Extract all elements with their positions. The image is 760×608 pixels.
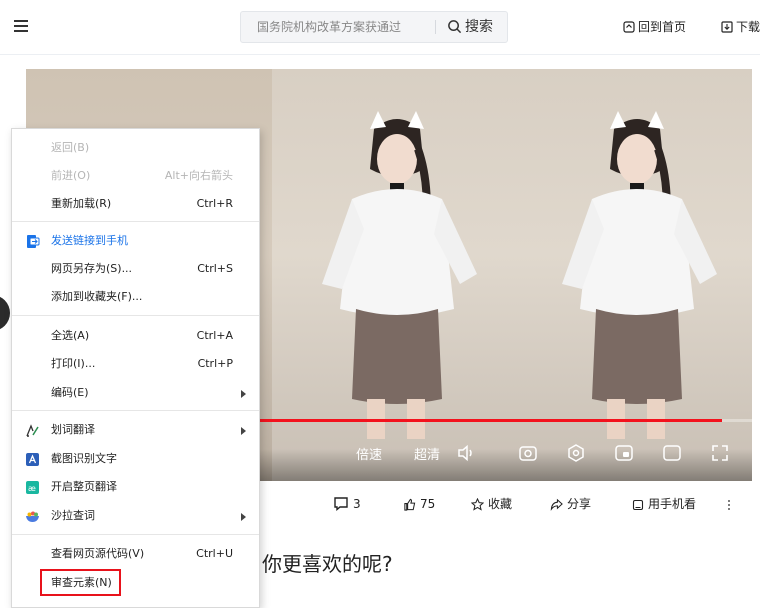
top-bar: 国务院机构改革方案获通过 搜索 回到首页 下载 <box>0 0 760 55</box>
send-to-phone-icon <box>27 235 40 248</box>
download-icon <box>721 21 733 33</box>
comment-count: 3 <box>353 497 361 511</box>
menu-item-add-favorites-label: 添加到收藏夹(F)... <box>51 290 143 303</box>
web-fullscreen-icon[interactable] <box>662 443 682 463</box>
hamburger-icon[interactable] <box>14 20 28 32</box>
favorite-label: 收藏 <box>488 497 513 511</box>
context-menu: 返回(B) 前进(O) Alt+向右箭头 重新加载(R) Ctrl+R 发送链接… <box>11 128 260 608</box>
menu-item-add-favorites[interactable]: 添加到收藏夹(F)... <box>12 283 259 311</box>
share-button[interactable]: 分享 <box>550 493 591 515</box>
search-input[interactable]: 国务院机构改革方案获通过 <box>241 12 435 42</box>
video-progress-bar[interactable] <box>258 419 752 422</box>
menu-item-encoding-label: 编码(E) <box>51 386 89 399</box>
menu-item-print-shortcut: Ctrl+P <box>197 357 233 370</box>
dancer-figure <box>562 111 717 439</box>
search-button[interactable]: 搜索 <box>447 12 493 42</box>
menu-item-save-as-label: 网页另存为(S)... <box>51 262 133 275</box>
more-vertical-icon <box>728 500 730 510</box>
menu-item-send-to-phone-label: 发送链接到手机 <box>51 234 128 247</box>
home-link-label: 回到首页 <box>638 20 687 34</box>
side-scroll-button[interactable] <box>0 295 10 331</box>
submenu-arrow-icon <box>241 427 246 435</box>
settings-icon[interactable] <box>566 443 586 463</box>
menu-item-send-to-phone[interactable]: 发送链接到手机 <box>12 227 259 255</box>
menu-item-translate-page[interactable]: æ 开启整页翻译 <box>12 473 259 501</box>
search-button-label: 搜索 <box>465 19 493 35</box>
share-icon <box>550 498 563 511</box>
menu-item-select-all-label: 全选(A) <box>51 329 90 342</box>
menu-item-back: 返回(B) <box>12 134 259 162</box>
menu-item-view-source-shortcut: Ctrl+U <box>196 547 233 560</box>
menu-divider <box>12 315 259 316</box>
mobile-view-label: 用手机看 <box>648 497 697 511</box>
menu-divider <box>12 221 259 222</box>
menu-item-select-all-shortcut: Ctrl+A <box>196 329 233 342</box>
favorite-button[interactable]: 收藏 <box>470 493 513 515</box>
dancer-figure <box>322 111 477 439</box>
menu-item-encoding[interactable]: 编码(E) <box>12 379 259 407</box>
search-divider <box>435 20 436 34</box>
menu-item-forward-shortcut: Alt+向右箭头 <box>164 169 233 182</box>
thumbs-up-icon <box>404 498 416 511</box>
menu-item-translate-word-label: 划词翻译 <box>51 423 95 436</box>
article-headline[interactable]: 你更喜欢的呢? <box>262 548 393 577</box>
translate-page-icon: æ <box>26 481 39 494</box>
menu-item-reload[interactable]: 重新加载(R) Ctrl+R <box>12 190 259 218</box>
menu-item-print[interactable]: 打印(I)... Ctrl+P <box>12 350 259 378</box>
svg-text:æ: æ <box>28 484 36 493</box>
mobile-view-button[interactable]: 用手机看 <box>632 493 696 515</box>
phone-icon <box>632 499 644 511</box>
inspect-highlight-box <box>40 569 121 596</box>
like-count: 75 <box>420 497 436 511</box>
menu-item-select-all[interactable]: 全选(A) Ctrl+A <box>12 322 259 350</box>
menu-item-view-source[interactable]: 查看网页源代码(V) Ctrl+U <box>12 540 259 568</box>
screenshot-icon[interactable] <box>518 443 538 463</box>
comment-icon <box>334 497 348 511</box>
home-link[interactable]: 回到首页 <box>623 18 686 35</box>
picture-in-picture-icon[interactable] <box>614 443 634 463</box>
search-box: 国务院机构改革方案获通过 搜索 <box>240 11 508 43</box>
more-button[interactable] <box>727 493 735 515</box>
menu-item-forward: 前进(O) Alt+向右箭头 <box>12 162 259 190</box>
menu-item-translate-page-label: 开启整页翻译 <box>51 480 117 493</box>
menu-item-forward-label: 前进(O) <box>51 169 91 182</box>
menu-item-save-as-shortcut: Ctrl+S <box>197 262 233 275</box>
menu-divider <box>12 410 259 411</box>
share-label: 分享 <box>567 497 592 511</box>
menu-item-translate-word[interactable]: 划词翻译 <box>12 416 259 444</box>
salad-bowl-icon <box>26 511 39 522</box>
menu-item-save-as[interactable]: 网页另存为(S)... Ctrl+S <box>12 255 259 283</box>
ocr-icon <box>26 453 39 466</box>
search-icon <box>448 20 462 34</box>
fullscreen-icon[interactable] <box>710 443 730 463</box>
menu-item-print-label: 打印(I)... <box>51 357 96 370</box>
download-link-label: 下载 <box>736 20 760 34</box>
speed-button[interactable]: 倍速 <box>356 444 382 463</box>
video-progress-fill <box>258 419 723 422</box>
submenu-arrow-icon <box>241 513 246 521</box>
submenu-arrow-icon <box>241 390 246 398</box>
translate-word-icon <box>26 424 39 437</box>
menu-divider <box>12 534 259 535</box>
menu-item-salad-label: 沙拉查词 <box>51 509 95 522</box>
menu-item-reload-shortcut: Ctrl+R <box>196 197 233 210</box>
home-icon <box>623 21 635 33</box>
menu-item-reload-label: 重新加载(R) <box>51 197 112 210</box>
like-button[interactable]: 75 <box>403 493 435 515</box>
menu-item-view-source-label: 查看网页源代码(V) <box>51 547 145 560</box>
menu-item-back-label: 返回(B) <box>51 141 90 154</box>
quality-button[interactable]: 超清 <box>414 444 440 463</box>
menu-item-ocr-label: 截图识别文字 <box>51 452 117 465</box>
download-link[interactable]: 下载 <box>721 18 760 35</box>
star-icon <box>470 497 485 511</box>
comment-button[interactable]: 3 <box>333 493 361 515</box>
volume-icon[interactable] <box>456 443 476 463</box>
menu-item-ocr[interactable]: 截图识别文字 <box>12 445 259 473</box>
menu-item-salad-dictionary[interactable]: 沙拉查词 <box>12 502 259 530</box>
